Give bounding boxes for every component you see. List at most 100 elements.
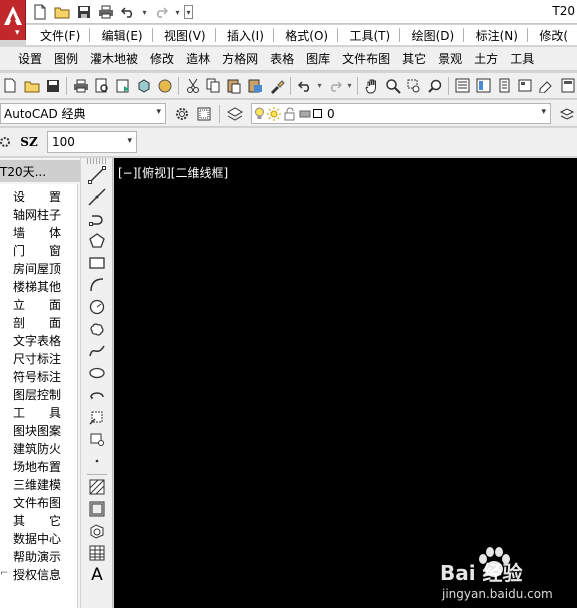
- menu-view[interactable]: 视图(V): [164, 27, 215, 44]
- side-menu-stairs-other[interactable]: 楼梯其他: [13, 278, 61, 296]
- spline-button[interactable]: [86, 340, 108, 362]
- side-menu-block-pattern[interactable]: 图块图案: [13, 422, 61, 440]
- plot-preview-button[interactable]: [91, 75, 112, 97]
- polyline-button[interactable]: [86, 208, 108, 230]
- side-menu-tools[interactable]: 工具: [13, 404, 61, 422]
- new-file-button[interactable]: [30, 2, 50, 22]
- zoom-realtime-button[interactable]: [382, 75, 403, 97]
- design-center-panel-button[interactable]: [473, 75, 494, 97]
- application-menu-button[interactable]: ▾: [0, 0, 26, 40]
- publish-button[interactable]: [112, 75, 133, 97]
- side-panel-title[interactable]: T20天...: [0, 160, 80, 182]
- ellipse-arc-button[interactable]: [86, 384, 108, 406]
- t20-menu-modify[interactable]: 修改: [144, 50, 180, 67]
- rectangle-button[interactable]: [86, 252, 108, 274]
- menu-edit[interactable]: 编辑(E): [102, 27, 152, 44]
- side-menu-other[interactable]: 其它: [13, 512, 61, 530]
- side-menu-fire-protection[interactable]: 建筑防火: [13, 440, 61, 458]
- menu-dimension[interactable]: 标注(N): [476, 27, 527, 44]
- pan-button[interactable]: [361, 75, 382, 97]
- open-button[interactable]: [21, 75, 42, 97]
- side-menu-site-layout[interactable]: 场地布置: [13, 458, 61, 476]
- cut-button[interactable]: [182, 75, 203, 97]
- undo-button[interactable]: [294, 75, 315, 97]
- menu-draw[interactable]: 绘图(D): [412, 27, 464, 44]
- side-menu-symbol-annotation[interactable]: 符号标注: [13, 368, 61, 386]
- viewport-controls-label[interactable]: [−][俯视][二维线框]: [118, 164, 228, 181]
- circle-button[interactable]: [86, 296, 108, 318]
- multiline-text-button[interactable]: A: [86, 564, 108, 586]
- t20-menu-layout[interactable]: 文件布图: [336, 50, 396, 67]
- side-menu-axis-columns[interactable]: 轴网柱子: [13, 206, 61, 224]
- hatch-button[interactable]: [86, 476, 108, 498]
- scale-input[interactable]: 100 ▾: [47, 131, 137, 153]
- menu-tools[interactable]: 工具(T): [349, 27, 399, 44]
- t20-menu-legend[interactable]: 图例: [48, 50, 84, 67]
- redo-dropdown[interactable]: ▾: [173, 2, 182, 22]
- point-button[interactable]: [86, 450, 108, 472]
- layer-select[interactable]: 0 ▾: [251, 103, 551, 124]
- arc-button[interactable]: [86, 274, 108, 296]
- customize-qat-dropdown[interactable]: ▾: [184, 5, 193, 19]
- open-file-button[interactable]: [52, 2, 72, 22]
- paste-button[interactable]: [224, 75, 245, 97]
- t20-menu-shrubs[interactable]: 灌木地被: [84, 50, 144, 67]
- side-menu-dimension[interactable]: 尺寸标注: [13, 350, 61, 368]
- table-button[interactable]: [86, 542, 108, 564]
- side-menu-3d-modeling[interactable]: 三维建模: [13, 476, 61, 494]
- menu-modify[interactable]: 修改(: [539, 27, 577, 44]
- scale-sz-button[interactable]: SZ: [18, 132, 40, 152]
- zoom-window-button[interactable]: [403, 75, 424, 97]
- t20-menu-library[interactable]: 图库: [300, 50, 336, 67]
- t20-menu-earthwork[interactable]: 土方: [468, 50, 504, 67]
- new-button[interactable]: [0, 75, 21, 97]
- construction-line-button[interactable]: [86, 186, 108, 208]
- properties-button[interactable]: [452, 75, 473, 97]
- side-menu-license-info[interactable]: 授权信息: [13, 566, 61, 584]
- menu-insert[interactable]: 插入(I): [227, 27, 273, 44]
- side-menu-help-demo[interactable]: 帮助演示: [13, 548, 61, 566]
- revision-cloud-button[interactable]: [86, 318, 108, 340]
- drawing-canvas[interactable]: [−][俯视][二维线框]: [114, 158, 577, 608]
- design-center-button[interactable]: [154, 75, 175, 97]
- make-block-button[interactable]: [86, 428, 108, 450]
- t20-menu-forestation[interactable]: 造林: [180, 50, 216, 67]
- copy-button[interactable]: [203, 75, 224, 97]
- side-menu-section[interactable]: 剖面: [13, 314, 61, 332]
- t20-menu-table[interactable]: 表格: [264, 50, 300, 67]
- scale-settings-button[interactable]: [0, 133, 14, 151]
- t20-menu-tools[interactable]: 工具: [504, 50, 540, 67]
- workspace-select[interactable]: AutoCAD 经典 ▾: [0, 103, 166, 124]
- undo-dropdown[interactable]: ▾: [140, 2, 149, 22]
- redo-dropdown[interactable]: ▾: [345, 81, 354, 90]
- calculator-button[interactable]: [557, 75, 577, 97]
- side-menu-doors-windows[interactable]: 门窗: [13, 242, 61, 260]
- side-menu-file-layout[interactable]: 文件布图: [13, 494, 61, 512]
- sheet-set-button[interactable]: [515, 75, 536, 97]
- t20-menu-grid[interactable]: 方格网: [216, 50, 264, 67]
- menu-file[interactable]: 文件(F): [40, 27, 89, 44]
- side-menu-text-table[interactable]: 文字表格: [13, 332, 61, 350]
- t20-menu-landscape[interactable]: 景观: [432, 50, 468, 67]
- workspace-settings-button[interactable]: [172, 104, 192, 124]
- layer-properties-button[interactable]: [225, 104, 245, 124]
- side-menu-data-center[interactable]: 数据中心: [13, 530, 61, 548]
- side-menu-walls[interactable]: 墙体: [13, 224, 61, 242]
- plot-button[interactable]: [70, 75, 91, 97]
- menu-format[interactable]: 格式(O): [285, 27, 337, 44]
- save-workspace-button[interactable]: [194, 104, 214, 124]
- polygon-button[interactable]: [86, 230, 108, 252]
- side-menu-elevation[interactable]: 立面: [13, 296, 61, 314]
- undo-button[interactable]: [118, 2, 138, 22]
- zoom-previous-button[interactable]: [424, 75, 445, 97]
- region-button[interactable]: [86, 520, 108, 542]
- ellipse-button[interactable]: [86, 362, 108, 384]
- line-button[interactable]: [86, 164, 108, 186]
- tool-palettes-button[interactable]: [494, 75, 515, 97]
- t20-menu-settings[interactable]: 设置: [12, 50, 48, 67]
- plot-button[interactable]: [96, 2, 116, 22]
- gradient-button[interactable]: [86, 498, 108, 520]
- save-button[interactable]: [74, 2, 94, 22]
- match-properties-button[interactable]: [266, 75, 287, 97]
- paste-block-button[interactable]: [245, 75, 266, 97]
